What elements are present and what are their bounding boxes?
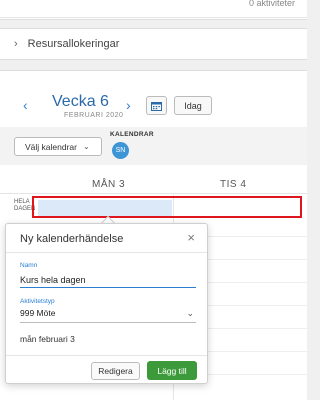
resource-allocations-label: Resursallokeringar (27, 38, 120, 50)
divider (6, 355, 207, 356)
grid-line (208, 351, 307, 352)
dialog-title: Ny kalenderhändelse (20, 233, 124, 245)
day-header-tuesday[interactable]: TIS 4 (220, 179, 246, 190)
calendar-toolbar: Välj kalendrar ⌄ KALENDRAR SN (0, 127, 307, 165)
activity-summary-card: 0 aktiviteter (0, 0, 307, 20)
chevron-right-icon: › (14, 38, 18, 50)
avatar[interactable]: SN (112, 142, 129, 159)
grid-line (208, 374, 307, 375)
calendars-heading: KALENDRAR (110, 131, 154, 138)
day-header-monday[interactable]: MÅN 3 (92, 179, 125, 190)
week-month-subtitle: FEBRUARI 2020 (64, 112, 124, 119)
chevron-down-icon: ⌄ (82, 142, 90, 151)
chevron-down-icon: ⌄ (186, 308, 194, 318)
add-button[interactable]: Lägg till (147, 361, 197, 380)
all-day-row-highlight (32, 196, 302, 218)
grid-line (208, 305, 307, 306)
select-calendars-label: Välj kalendrar (25, 141, 77, 152)
activity-type-label: Aktivitetstyp (20, 298, 55, 305)
resource-allocations-toggle[interactable]: › Resursallokeringar (0, 28, 307, 60)
prev-week-icon[interactable]: ‹ (23, 98, 28, 112)
week-title: Vecka 6 (52, 93, 109, 110)
activity-type-value: 999 Möte (20, 308, 56, 318)
activities-count: 0 aktiviteter (248, 0, 295, 8)
new-event-dialog: Ny kalenderhändelse × Namn Aktivitetstyp… (5, 223, 208, 384)
divider (0, 193, 307, 194)
next-week-icon[interactable]: › (126, 98, 131, 112)
grid-line (208, 259, 307, 260)
divider (0, 17, 307, 18)
divider (6, 252, 207, 253)
grid-line (208, 282, 307, 283)
calendar-icon (151, 101, 162, 111)
grid-line (208, 236, 307, 237)
today-button[interactable]: Idag (174, 96, 212, 115)
activity-type-select[interactable]: 999 Möte ⌄ (20, 308, 196, 323)
date-picker-button[interactable] (146, 96, 167, 115)
edit-button[interactable]: Redigera (91, 362, 140, 380)
grid-line (208, 328, 307, 329)
name-label: Namn (20, 262, 38, 269)
event-name-input[interactable] (20, 272, 196, 288)
event-date: mån februari 3 (20, 334, 75, 344)
week-navigation: ‹ Vecka 6 FEBRUARI 2020 › Idag (0, 93, 307, 123)
select-calendars-dropdown[interactable]: Välj kalendrar ⌄ (14, 137, 102, 156)
close-icon[interactable]: × (187, 230, 195, 245)
